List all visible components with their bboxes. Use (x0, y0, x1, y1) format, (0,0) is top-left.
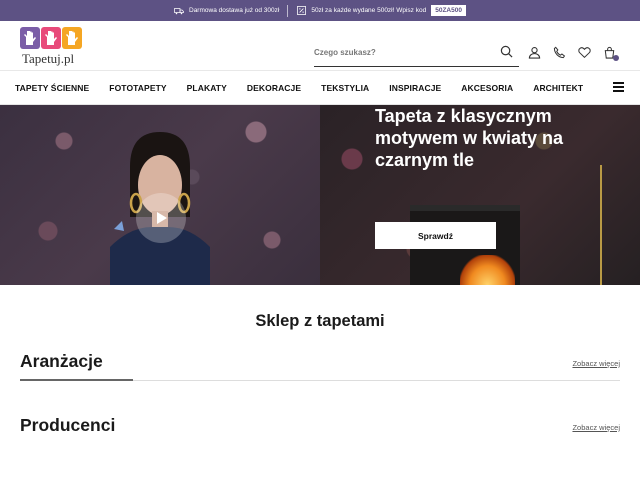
nav-item-tekstylia[interactable]: TEKSTYLIA (321, 83, 369, 93)
play-icon (157, 212, 167, 224)
nav-item-fototapety[interactable]: FOTOTAPETY (109, 83, 166, 93)
shelf-image (600, 165, 640, 285)
search-icon[interactable] (500, 45, 513, 58)
promo-shipping: Darmowa dostawa już od 300zł (174, 7, 279, 15)
cart-icon[interactable] (603, 46, 619, 61)
hero-title: Tapeta z klasycznym motywem w kwiaty na … (375, 106, 564, 170)
menu-icon[interactable] (613, 82, 624, 92)
block-title-arrangements: Aranżacje (20, 351, 103, 371)
logo-text: Tapetuj.pl (22, 51, 75, 66)
hand-icon (20, 27, 40, 49)
site-header: Tapetuj.pl (0, 21, 640, 71)
nav-item-akcesoria[interactable]: AKCESORIA (461, 83, 513, 93)
percent-icon (296, 6, 306, 15)
promo-discount-text: 50zł za każde wydane 500zł! Wpisz kod (311, 7, 427, 14)
hand-icon (62, 27, 82, 49)
main-nav: TAPETY ŚCIENNE FOTOTAPETY PLAKATY DEKORA… (0, 71, 640, 105)
hand-icon (41, 27, 61, 49)
cart-badge (613, 55, 619, 61)
nav-item-plakaty[interactable]: PLAKATY (187, 83, 227, 93)
logo-hands (20, 27, 84, 49)
promo-bar: Darmowa dostawa już od 300zł 50zł za każ… (0, 0, 640, 21)
logo[interactable]: Tapetuj.pl (20, 27, 84, 67)
heart-icon[interactable] (578, 46, 591, 59)
hero-banner: Tapeta z klasycznym motywem w kwiaty na … (0, 105, 640, 285)
block-title-producers: Producenci (20, 415, 116, 435)
see-more-link-producers[interactable]: Zobacz więcej (572, 423, 620, 432)
arrangements-block: Aranżacje Zobacz więcej (0, 351, 640, 415)
section-title: Sklep z tapetami (255, 312, 385, 330)
nav-item-tapety-scienne[interactable]: TAPETY ŚCIENNE (15, 83, 89, 93)
fire-image (460, 255, 515, 285)
truck-icon (174, 7, 184, 15)
nav-item-dekoracje[interactable]: DEKORACJE (247, 83, 301, 93)
promo-code[interactable]: 50ZA500 (431, 5, 466, 16)
promo-divider (287, 4, 289, 17)
promo-discount: 50zł za każde wydane 500zł! Wpisz kod 50… (296, 5, 466, 16)
search-input[interactable] (314, 41, 494, 63)
hero-video[interactable] (0, 105, 320, 285)
tab-indicator (20, 379, 133, 381)
search-box (314, 41, 519, 67)
nav-item-inspiracje[interactable]: INSPIRACJE (389, 83, 441, 93)
promo-shipping-text: Darmowa dostawa już od 300zł (189, 7, 280, 14)
play-button[interactable] (136, 193, 186, 243)
user-icon[interactable] (528, 46, 541, 59)
nav-item-architekt[interactable]: ARCHITEKT (533, 83, 583, 93)
header-icons (528, 46, 619, 61)
tab-divider (20, 379, 620, 381)
producers-block: Producenci Zobacz więcej (0, 415, 640, 477)
hero-cta-button[interactable]: Sprawdź (375, 222, 496, 249)
see-more-link-arrangements[interactable]: Zobacz więcej (572, 359, 620, 368)
phone-icon[interactable] (553, 46, 566, 59)
